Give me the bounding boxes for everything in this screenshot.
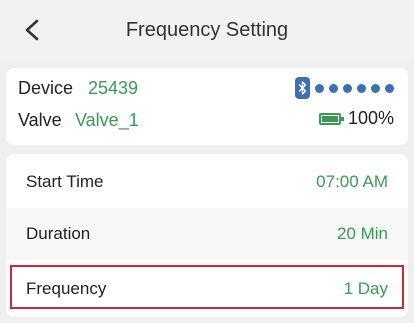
- signal-strength: [315, 83, 394, 93]
- connection-status: [295, 77, 394, 99]
- battery-icon: [318, 112, 344, 125]
- header-bar: Frequency Setting: [0, 0, 414, 60]
- setting-label: Duration: [26, 224, 91, 243]
- signal-dot: [329, 83, 338, 93]
- frequency-setting-screen: Frequency Setting Device 25439 Valve Val…: [0, 0, 414, 323]
- device-id: 25439: [88, 78, 139, 98]
- valve-name: Valve_1: [75, 110, 139, 130]
- signal-dot: [371, 83, 380, 93]
- setting-value: 20 Min: [336, 224, 388, 243]
- bluetooth-icon: [295, 77, 310, 99]
- battery-status: 100%: [318, 108, 394, 129]
- settings-list: Start Time 07:00 AM Duration 20 Min Freq…: [6, 154, 408, 317]
- back-button[interactable]: [14, 12, 50, 48]
- chevron-left-icon: [25, 19, 39, 41]
- signal-dot: [385, 83, 394, 93]
- valve-label: Valve: [18, 110, 62, 130]
- setting-row-duration[interactable]: Duration 20 Min: [6, 208, 408, 260]
- signal-dot: [357, 83, 366, 93]
- battery-percent: 100%: [347, 108, 394, 128]
- battery-level: [321, 115, 338, 122]
- signal-dot: [315, 83, 324, 93]
- frequency-highlight-box: [10, 265, 404, 309]
- setting-row-start-time[interactable]: Start Time 07:00 AM: [6, 156, 408, 208]
- device-info-card: Device 25439 Valve Valve_1 100%: [6, 68, 408, 145]
- setting-label: Start Time: [26, 172, 104, 191]
- page-title: Frequency Setting: [125, 18, 289, 41]
- signal-dot: [343, 83, 352, 93]
- setting-value: 07:00 AM: [316, 172, 388, 191]
- device-label: Device: [18, 78, 74, 98]
